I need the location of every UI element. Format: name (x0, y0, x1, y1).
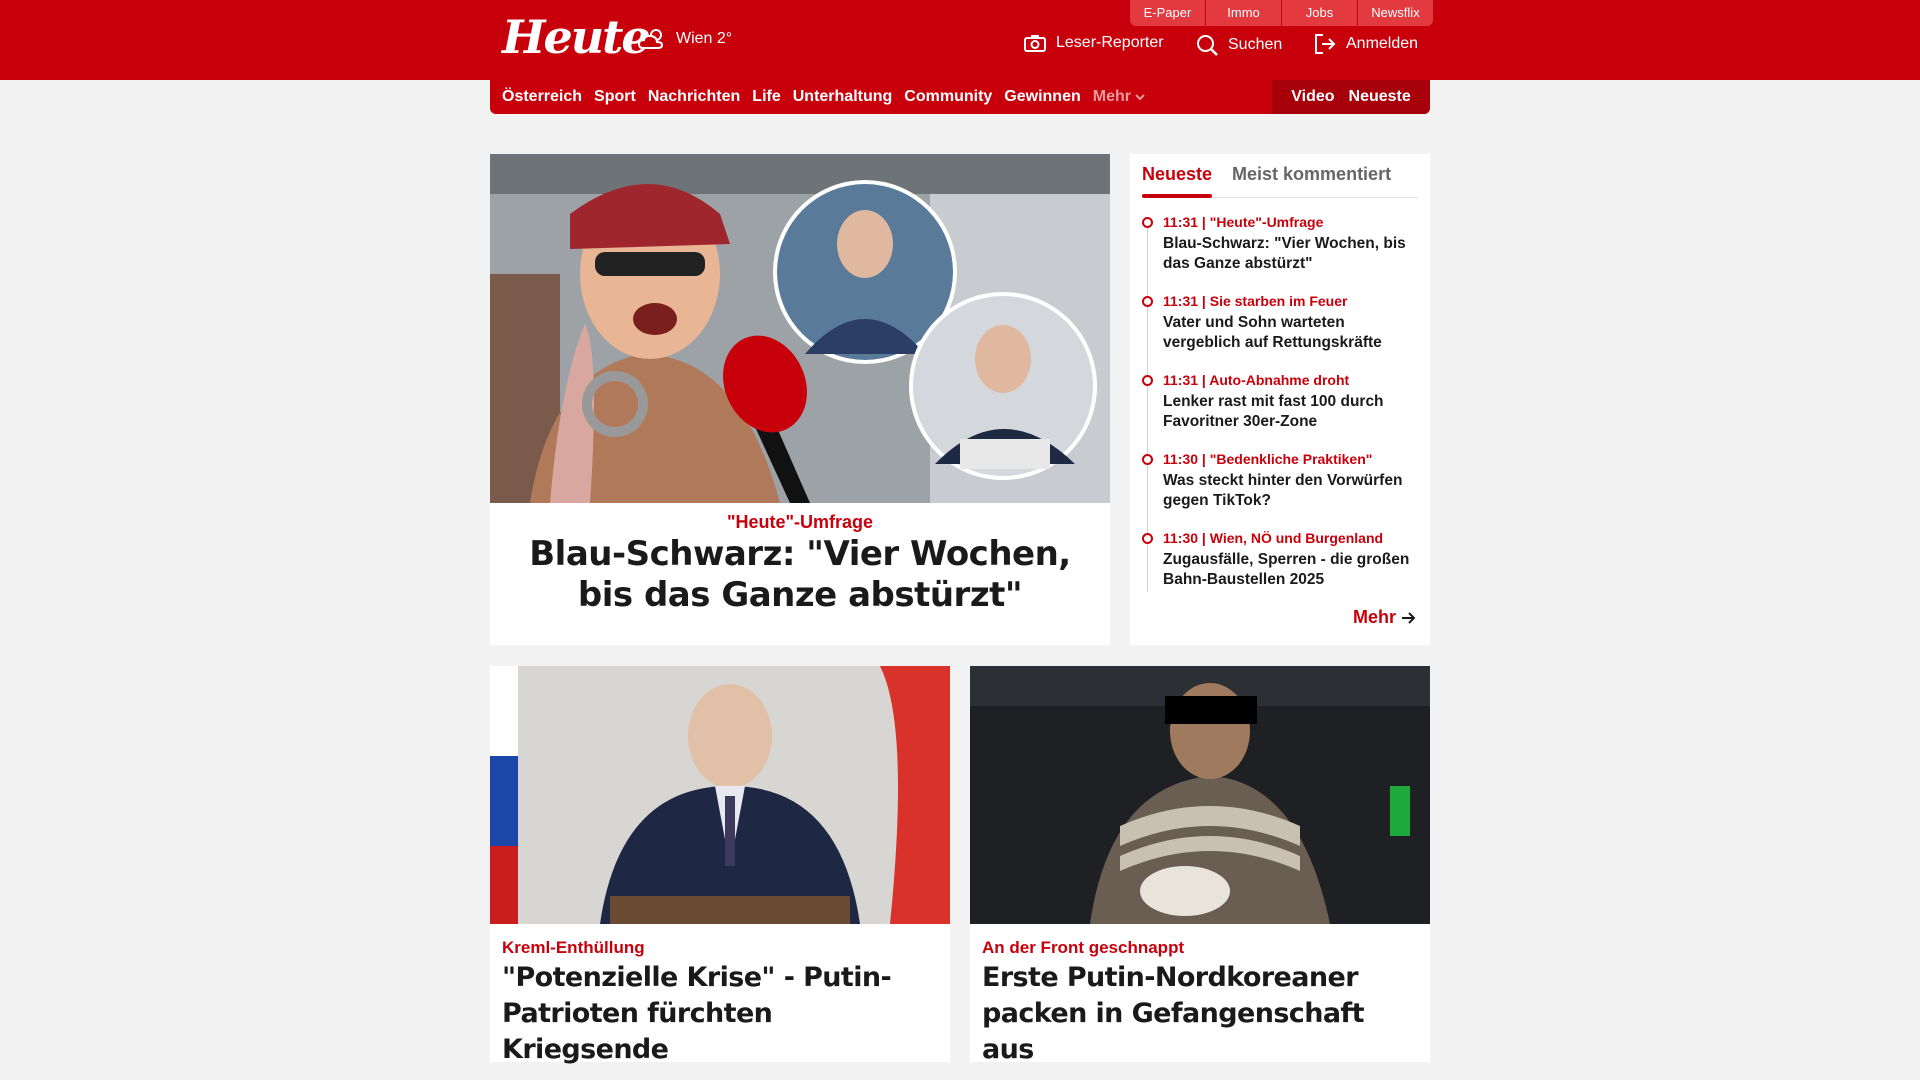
timeline-kicker: 11:31 | Auto-Abnahme droht (1163, 372, 1350, 388)
search-icon (1197, 35, 1218, 56)
sidebar-more-link[interactable]: Mehr (1353, 607, 1416, 628)
hero-headline[interactable]: Blau-Schwarz: "Vier Wochen, bis das Ganz… (510, 534, 1090, 616)
timeline-dot (1142, 533, 1153, 544)
arrow-right-icon (1402, 611, 1416, 624)
main-navigation: Österreich Sport Nachrichten Life Unterh… (490, 80, 1430, 114)
timeline-title[interactable]: Vater und Sohn warteten vergeblich auf R… (1163, 313, 1425, 353)
login-button[interactable]: Anmelden (1314, 34, 1418, 54)
timeline-title[interactable]: Was steckt hinter den Vorwürfen gegen Ti… (1163, 471, 1425, 511)
latest-news-sidebar: Neueste Meist kommentiert 11:31 | "Heute… (1130, 154, 1430, 645)
article-card[interactable]: Kreml-Enthüllung "Potenzielle Krise" - P… (490, 666, 950, 1065)
sidebar-tabs: Neueste Meist kommentiert (1142, 154, 1418, 198)
weather-widget[interactable]: Wien 2° (638, 26, 732, 52)
service-link-newsflix[interactable]: Newsflix (1358, 0, 1433, 26)
timeline-kicker: 11:30 | Wien, NÖ und Burgenland (1163, 530, 1384, 546)
nav-item-community[interactable]: Community (904, 88, 992, 106)
article-image (970, 666, 1430, 924)
timeline-kicker: 11:30 | "Bedenkliche Praktiken" (1163, 451, 1373, 467)
timeline-kicker: 11:31 | Sie starben im Feuer (1163, 293, 1348, 309)
article-card[interactable]: An der Front geschnappt Erste Putin-Nord… (970, 666, 1430, 1065)
article-image (490, 666, 950, 924)
sidebar-more-label: Mehr (1352, 607, 1396, 627)
weather-text: Wien 2° (676, 30, 733, 47)
nav-item-gewinnen[interactable]: Gewinnen (1004, 88, 1080, 106)
nav-item-unterhaltung[interactable]: Unterhaltung (793, 88, 893, 106)
tab-meist-kommentiert[interactable]: Meist kommentiert (1232, 154, 1391, 197)
timeline-dot (1142, 375, 1153, 386)
tab-neueste[interactable]: Neueste (1142, 154, 1213, 198)
search-button[interactable]: Suchen (1196, 34, 1282, 56)
service-link-immo[interactable]: Immo (1206, 0, 1281, 26)
hero-article[interactable]: "Heute"-Umfrage Blau-Schwarz: "Vier Woch… (490, 154, 1110, 645)
search-label: Suchen (1228, 36, 1283, 53)
service-links: E-Paper Immo Jobs Newsflix (1130, 0, 1433, 26)
article-kicker: An der Front geschnappt (982, 938, 1185, 957)
leser-reporter-button[interactable]: Leser-Reporter (1024, 34, 1164, 52)
nav-item-oesterreich[interactable]: Österreich (502, 88, 582, 106)
service-link-jobs[interactable]: Jobs (1282, 0, 1357, 26)
timeline-item[interactable]: 11:30 | "Bedenkliche Praktiken" Was stec… (1142, 451, 1422, 530)
nav-more-label: Mehr (1092, 88, 1131, 105)
timeline-dot (1142, 296, 1153, 307)
login-label: Anmelden (1346, 35, 1419, 52)
news-timeline: 11:31 | "Heute"-Umfrage Blau-Schwarz: "V… (1142, 214, 1422, 609)
timeline-item[interactable]: 11:31 | Sie starben im Feuer Vater und S… (1142, 293, 1422, 372)
timeline-dot (1142, 454, 1153, 465)
nav-item-life[interactable]: Life (752, 88, 780, 106)
hero-image (490, 154, 1110, 503)
nav-neueste[interactable]: Neueste (1349, 88, 1411, 106)
article-headline[interactable]: Erste Putin-Nordkoreaner packen in Gefan… (982, 960, 1418, 1068)
timeline-item[interactable]: 11:31 | "Heute"-Umfrage Blau-Schwarz: "V… (1142, 214, 1422, 293)
chevron-down-icon (1135, 94, 1145, 101)
nav-right-group: Video Neueste (1272, 80, 1430, 114)
leser-reporter-label: Leser-Reporter (1056, 34, 1164, 51)
timeline-title[interactable]: Blau-Schwarz: "Vier Wochen, bis das Ganz… (1163, 234, 1425, 274)
hero-kicker: "Heute"-Umfrage (726, 512, 874, 532)
weather-icon (638, 29, 664, 49)
nav-video[interactable]: Video (1291, 88, 1334, 106)
timeline-title[interactable]: Lenker rast mit fast 100 durch Favoritne… (1163, 392, 1425, 432)
heute-logo[interactable]: Heute (502, 10, 651, 64)
timeline-item[interactable]: 11:31 | Auto-Abnahme droht Lenker rast m… (1142, 372, 1422, 451)
nav-more-dropdown[interactable]: Mehr (1093, 88, 1145, 106)
timeline-title[interactable]: Zugausfälle, Sperren - die großen Bahn-B… (1163, 550, 1425, 590)
camera-icon (1024, 35, 1046, 52)
timeline-dot (1142, 217, 1153, 228)
nav-item-nachrichten[interactable]: Nachrichten (648, 88, 740, 106)
service-link-epaper[interactable]: E-Paper (1130, 0, 1205, 26)
login-icon (1315, 34, 1336, 54)
timeline-kicker: 11:31 | "Heute"-Umfrage (1163, 214, 1324, 230)
timeline-item[interactable]: 11:30 | Wien, NÖ und Burgenland Zugausfä… (1142, 530, 1422, 609)
article-headline[interactable]: "Potenzielle Krise" - Putin-Patrioten fü… (502, 960, 938, 1068)
article-kicker: Kreml-Enthüllung (502, 938, 645, 957)
nav-item-sport[interactable]: Sport (594, 88, 636, 106)
site-header: Heute Wien 2° E-Paper Immo Jobs Newsflix… (0, 0, 1920, 80)
